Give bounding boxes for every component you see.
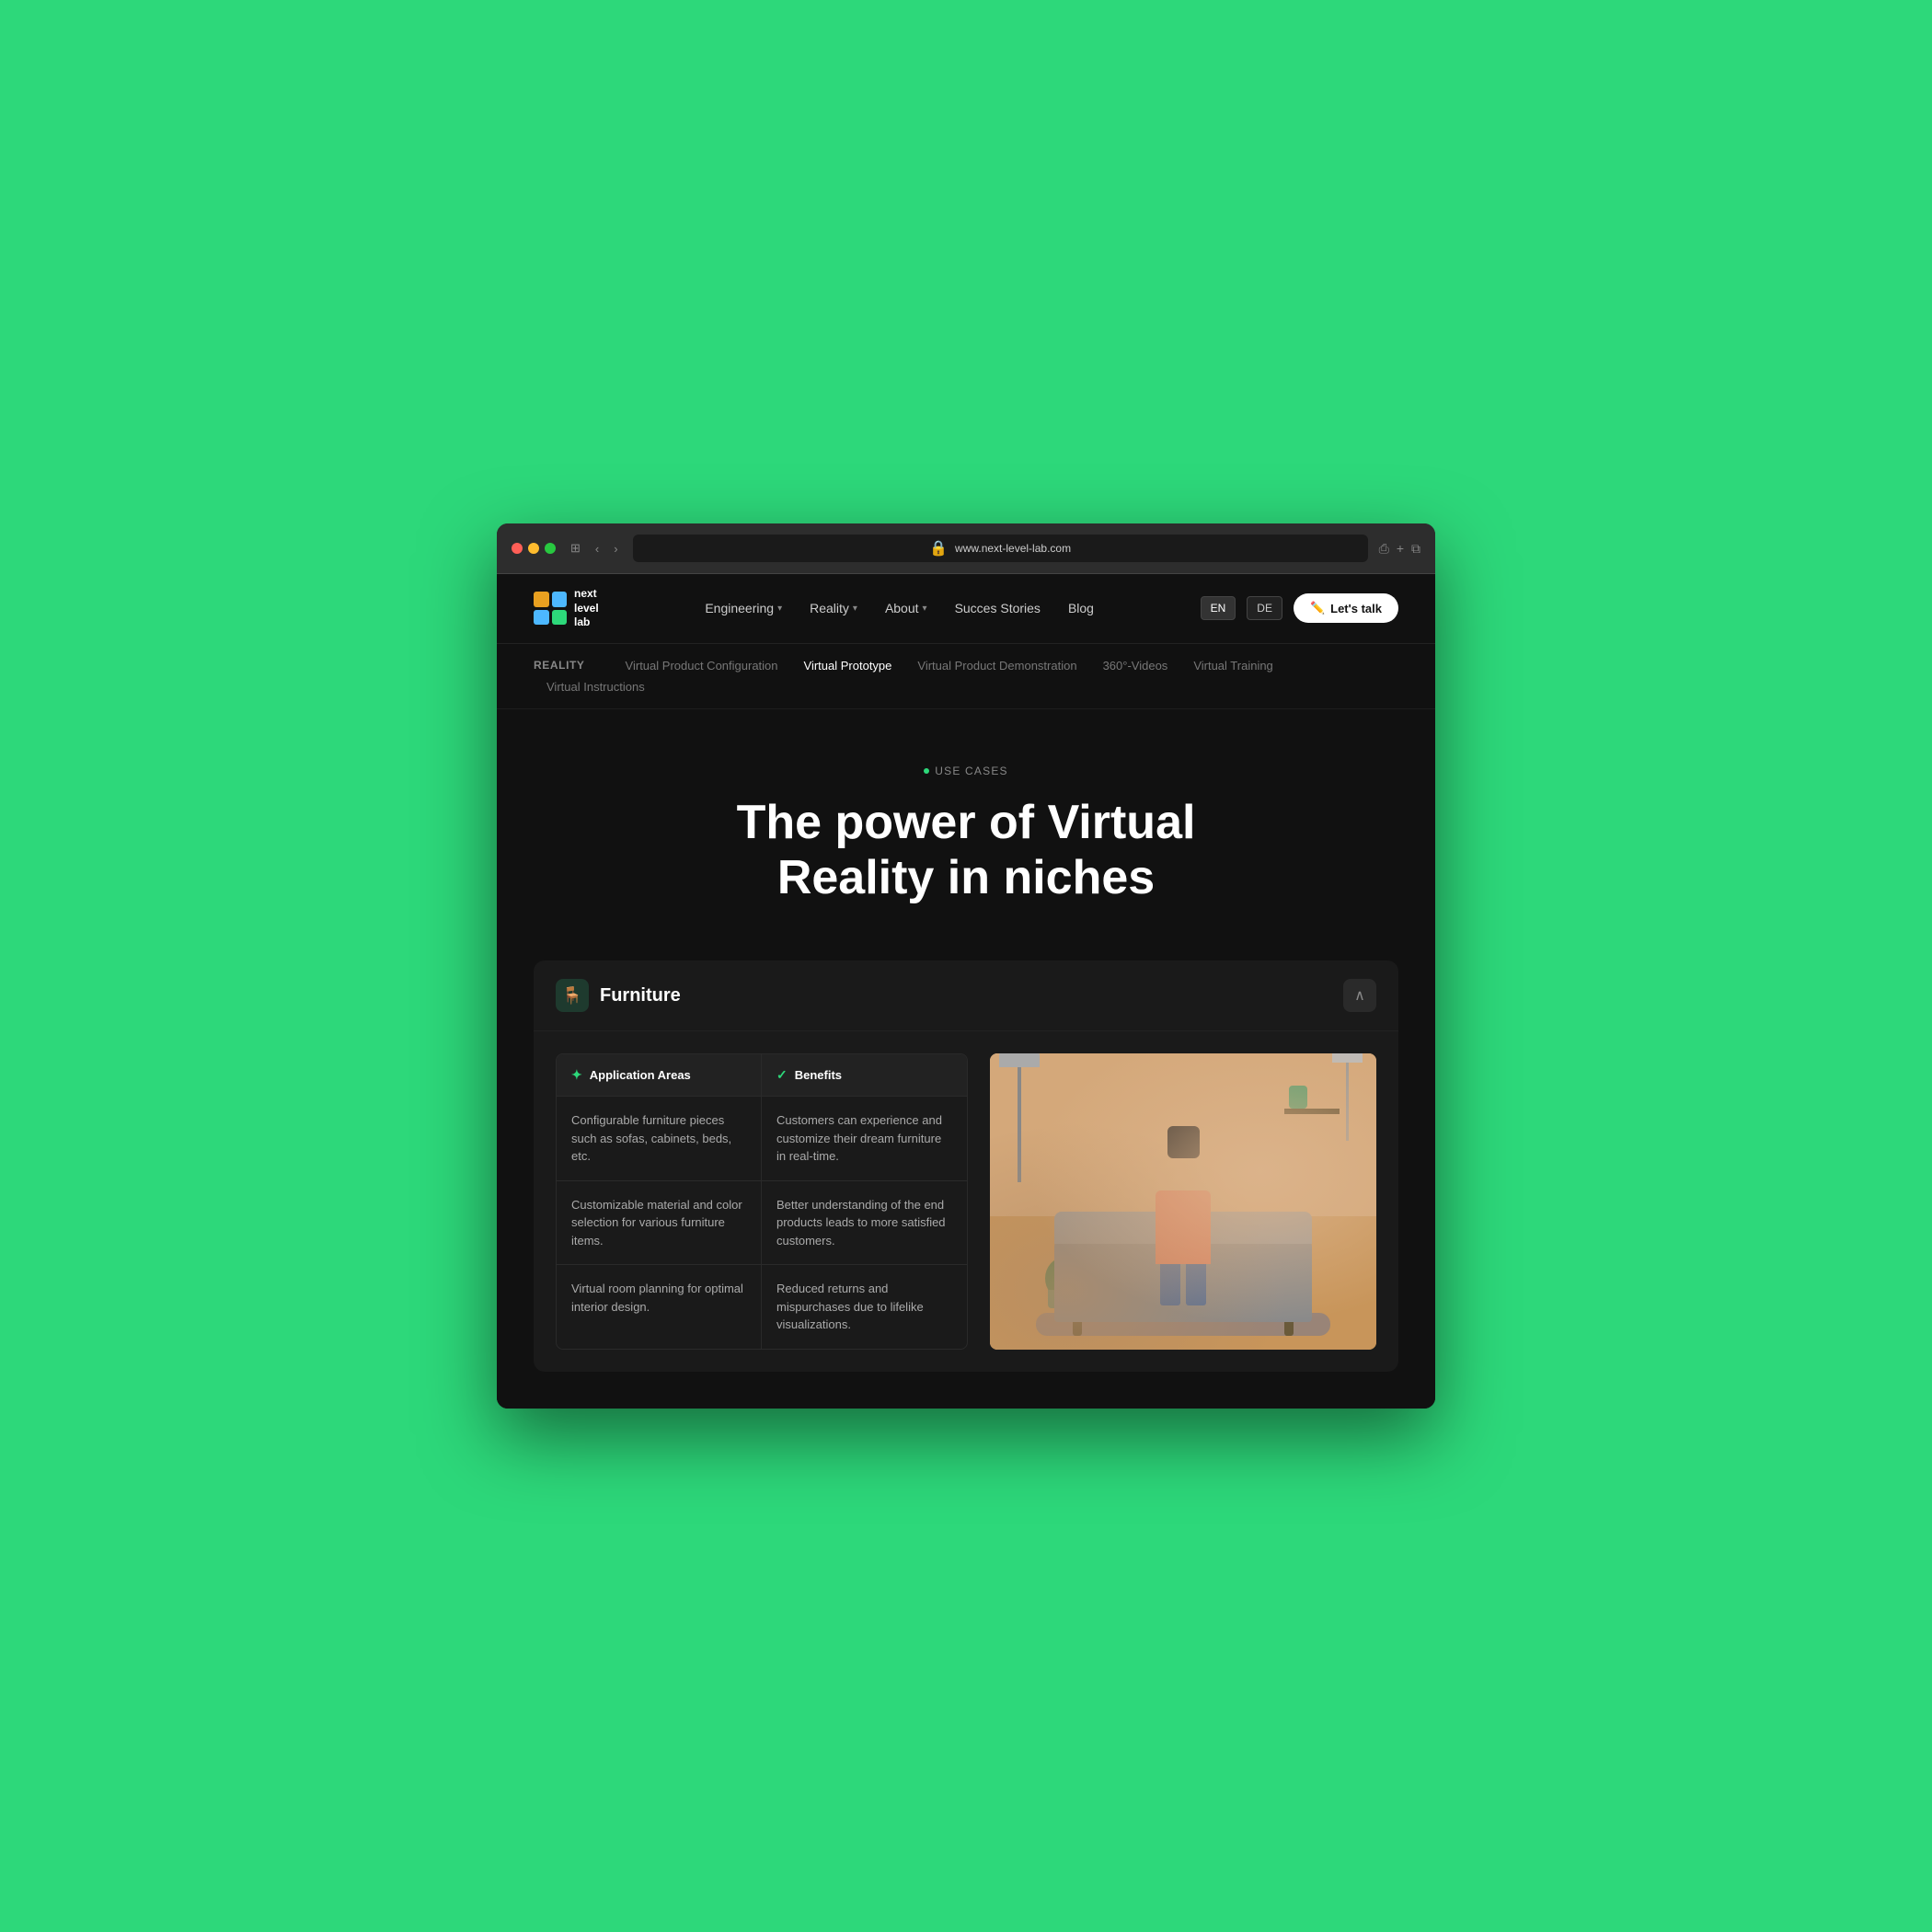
subnav-item-product-demo[interactable]: Virtual Product Demonstration — [904, 655, 1089, 676]
logo-cell-3 — [534, 610, 549, 626]
logo-text: next level lab — [574, 587, 599, 630]
browser-window: ⊞ ‹ › 🔒 www.next-level-lab.com ⎙ + ⧉ — [497, 523, 1435, 1409]
table-row: Configurable furniture pieces such as so… — [557, 1096, 967, 1180]
main-navigation: next level lab Engineering ▾ Reality ▾ A… — [497, 574, 1435, 644]
nav-item-blog[interactable]: Blog — [1068, 601, 1094, 615]
data-table: ✦ Application Areas ✓ Benefits Configura… — [556, 1053, 968, 1350]
sidebar-toggle-icon[interactable]: ⊞ — [567, 539, 584, 558]
benefits-icon: ✓ — [776, 1067, 788, 1083]
lang-de-button[interactable]: DE — [1247, 596, 1282, 620]
table-cell-ben-1: Customers can experience and customize t… — [762, 1097, 967, 1180]
share-icon[interactable]: ⎙ — [1379, 541, 1389, 557]
application-areas-icon: ✦ — [571, 1067, 582, 1083]
nav-item-engineering[interactable]: Engineering ▾ — [705, 601, 782, 615]
subnav-item-training[interactable]: Virtual Training — [1180, 655, 1285, 676]
card-body: ✦ Application Areas ✓ Benefits Configura… — [534, 1031, 1398, 1372]
pencil-icon: ✏️ — [1310, 601, 1325, 615]
address-bar[interactable]: 🔒 www.next-level-lab.com — [633, 535, 1368, 562]
table-cell-ben-2: Better understanding of the end products… — [762, 1181, 967, 1265]
chevron-down-icon: ▾ — [853, 604, 857, 614]
badge-text: USE CASES — [935, 765, 1008, 777]
use-cases-badge: USE CASES — [534, 765, 1398, 777]
furniture-card: 🪑 Furniture ∧ ✦ Ap — [534, 960, 1398, 1372]
vr-scene — [990, 1053, 1376, 1350]
forward-icon[interactable]: › — [610, 540, 621, 558]
table-cell-app-2: Customizable material and color selectio… — [557, 1181, 762, 1265]
subnav-item-product-config[interactable]: Virtual Product Configuration — [613, 655, 791, 676]
table-row: Virtual room planning for optimal interi… — [557, 1264, 967, 1349]
subnav-section-label: REALITY — [534, 659, 585, 672]
traffic-lights — [512, 543, 556, 554]
logo-cell-1 — [534, 592, 549, 607]
browser-right-controls: ⎙ + ⧉ — [1379, 541, 1420, 557]
lang-en-button[interactable]: EN — [1201, 596, 1236, 620]
back-icon[interactable]: ‹ — [592, 540, 603, 558]
image-overlay — [990, 1053, 1376, 1350]
furniture-icon: 🪑 — [556, 979, 589, 1012]
tabs-icon[interactable]: ⧉ — [1411, 541, 1420, 557]
card-header: 🪑 Furniture ∧ — [534, 960, 1398, 1031]
logo-cell-4 — [552, 610, 568, 626]
hero-title: The power of Virtual Reality in niches — [690, 796, 1242, 906]
table-cell-app-1: Configurable furniture pieces such as so… — [557, 1097, 762, 1180]
maximize-button[interactable] — [545, 543, 556, 554]
subnav-item-360-videos[interactable]: 360°-Videos — [1090, 655, 1181, 676]
subnav-item-prototype[interactable]: Virtual Prototype — [791, 655, 905, 676]
logo-cell-2 — [552, 592, 568, 607]
lock-icon: 🔒 — [929, 539, 948, 558]
card-section: 🪑 Furniture ∧ ✦ Ap — [497, 942, 1435, 1409]
lets-talk-button[interactable]: ✏️ Let's talk — [1294, 593, 1398, 623]
new-tab-icon[interactable]: + — [1397, 541, 1404, 557]
table-header: ✦ Application Areas ✓ Benefits — [557, 1054, 967, 1096]
chevron-down-icon: ▾ — [923, 604, 927, 614]
nav-item-about[interactable]: About ▾ — [885, 601, 927, 615]
logo-area[interactable]: next level lab — [534, 587, 599, 630]
nav-item-reality[interactable]: Reality ▾ — [810, 601, 857, 615]
th-benefits: ✓ Benefits — [762, 1054, 967, 1096]
sub-navigation: REALITY Virtual Product Configuration Vi… — [497, 644, 1435, 709]
hero-section: USE CASES The power of Virtual Reality i… — [497, 709, 1435, 943]
nav-links: Engineering ▾ Reality ▾ About ▾ Succes S… — [705, 601, 1094, 615]
logo-grid — [534, 592, 567, 625]
close-button[interactable] — [512, 543, 523, 554]
site-content: next level lab Engineering ▾ Reality ▾ A… — [497, 574, 1435, 1409]
chevron-down-icon: ▾ — [777, 604, 782, 614]
vr-scene-image — [990, 1053, 1376, 1350]
table-cell-app-3: Virtual room planning for optimal interi… — [557, 1265, 762, 1349]
url-text: www.next-level-lab.com — [955, 542, 1071, 555]
nav-right: EN DE ✏️ Let's talk — [1201, 593, 1398, 623]
subnav-item-instructions[interactable]: Virtual Instructions — [534, 676, 658, 697]
nav-item-succes-stories[interactable]: Succes Stories — [955, 601, 1041, 615]
collapse-button[interactable]: ∧ — [1343, 979, 1376, 1012]
card-title: Furniture — [600, 985, 681, 1006]
badge-dot — [924, 768, 929, 774]
table-row: Customizable material and color selectio… — [557, 1180, 967, 1265]
browser-nav-controls: ⊞ ‹ › — [567, 539, 622, 558]
table-cell-ben-3: Reduced returns and mispurchases due to … — [762, 1265, 967, 1349]
th-application-areas: ✦ Application Areas — [557, 1054, 762, 1096]
minimize-button[interactable] — [528, 543, 539, 554]
card-header-left: 🪑 Furniture — [556, 979, 681, 1012]
browser-chrome: ⊞ ‹ › 🔒 www.next-level-lab.com ⎙ + ⧉ — [497, 523, 1435, 574]
